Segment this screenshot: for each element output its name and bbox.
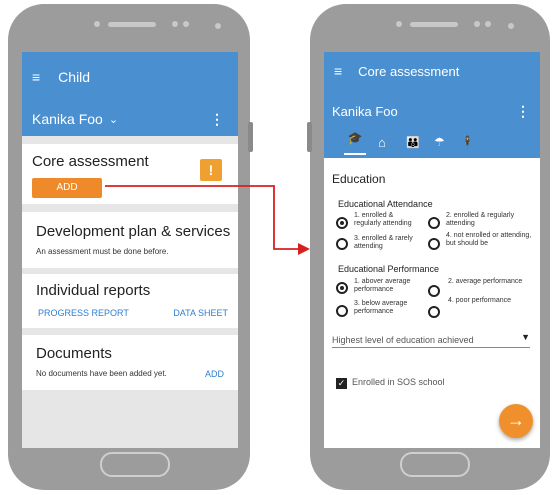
right-screen: ≡ Core assessment Kanika Foo ⋮ 🎓 ⌂ 👪 ☂ 🕴…	[324, 52, 540, 448]
caret-down-icon: ▼	[521, 332, 530, 342]
documents-card: Documents No documents have been added y…	[22, 335, 238, 390]
home-button[interactable]	[100, 452, 170, 477]
attendance-radio-2[interactable]	[428, 217, 440, 229]
earpiece	[108, 22, 156, 27]
card-note: An assessment must be done before.	[36, 247, 169, 256]
right-phone: ≡ Core assessment Kanika Foo ⋮ 🎓 ⌂ 👪 ☂ 🕴…	[307, 4, 550, 490]
sensor-dot	[172, 21, 178, 27]
attendance-option-1: 1. enrolled & regularly attending	[354, 212, 412, 227]
left-screen: ≡ Child Kanika Foo ⌄ ⋮ Core assessment A…	[22, 52, 238, 448]
attendance-title: Educational Attendance	[338, 199, 433, 209]
sos-school-label: Enrolled in SOS school	[352, 377, 445, 387]
arrow-right-icon: →	[507, 410, 525, 430]
performance-title: Educational Performance	[338, 264, 440, 274]
tab-education[interactable]: 🎓	[344, 129, 366, 155]
add-document-link[interactable]: ADD	[205, 369, 224, 379]
more-vert-icon[interactable]: ⋮	[516, 103, 530, 120]
menu-icon[interactable]: ≡	[334, 62, 342, 80]
add-assessment-button[interactable]: ADD	[32, 178, 102, 198]
sensor-dot	[396, 21, 402, 27]
next-fab-button[interactable]: →	[499, 404, 533, 438]
sensor-dot	[94, 21, 100, 27]
person-icon[interactable]: 🕴	[460, 135, 475, 149]
performance-option-4: 4. poor performance	[448, 297, 512, 304]
chevron-down-icon[interactable]: ⌄	[109, 113, 118, 126]
appbar-title: Child	[58, 69, 91, 85]
performance-radio-3[interactable]	[336, 305, 348, 317]
sos-school-checkbox[interactable]: ✓	[336, 378, 347, 389]
home-icon[interactable]: ⌂	[378, 135, 386, 150]
card-title: Documents	[36, 345, 112, 362]
attendance-radio-3[interactable]	[336, 238, 348, 250]
camera-dot	[215, 23, 221, 29]
left-phone: ≡ Child Kanika Foo ⌄ ⋮ Core assessment A…	[8, 4, 253, 490]
performance-radio-1[interactable]	[336, 282, 348, 294]
sensor-dot	[485, 21, 491, 27]
progress-report-link[interactable]: PROGRESS REPORT	[38, 308, 129, 318]
card-title: Core assessment	[32, 153, 149, 170]
home-button[interactable]	[400, 452, 470, 477]
development-card: Development plan & services An assessmen…	[22, 212, 238, 268]
performance-radio-2[interactable]	[428, 285, 440, 297]
dropdown-placeholder: Highest level of education achieved	[332, 335, 474, 345]
performance-option-3: 3. below average performance	[354, 300, 408, 315]
umbrella-icon[interactable]: ☂	[434, 135, 445, 149]
attendance-option-3: 3. enrolled & rarely attending	[354, 235, 413, 250]
attendance-radio-1[interactable]	[336, 217, 348, 229]
card-title: Individual reports	[36, 282, 151, 299]
more-vert-icon[interactable]: ⋮	[210, 111, 224, 128]
child-name[interactable]: Kanika Foo	[32, 111, 103, 127]
core-assessment-card: Core assessment ADD !	[22, 144, 238, 204]
attendance-option-4: 4. not enrolled or attending, but should…	[446, 232, 532, 247]
child-name: Kanika Foo	[332, 103, 398, 119]
app-bar: ≡ Child Kanika Foo ⌄ ⋮	[22, 52, 238, 136]
menu-icon[interactable]: ≡	[32, 68, 40, 86]
education-level-dropdown[interactable]: Highest level of education achieved ▼	[332, 330, 530, 348]
card-note: No documents have been added yet.	[36, 369, 167, 378]
clipboard-alert-icon: !	[200, 159, 222, 181]
card-title: Development plan & services	[36, 223, 231, 240]
people-icon[interactable]: 👪	[406, 136, 420, 149]
sensor-dot	[183, 21, 189, 27]
performance-option-2: 2. average performance	[448, 278, 523, 285]
performance-radio-4[interactable]	[428, 306, 440, 318]
side-button	[307, 122, 312, 152]
graduation-cap-icon: 🎓	[347, 131, 363, 145]
app-bar: ≡ Core assessment Kanika Foo ⋮ 🎓 ⌂ 👪 ☂ 🕴	[324, 52, 540, 158]
camera-dot	[508, 23, 514, 29]
performance-option-1: 1. abover average performance	[354, 278, 411, 293]
sensor-dot	[474, 21, 480, 27]
earpiece	[410, 22, 458, 27]
data-sheet-link[interactable]: DATA SHEET	[173, 308, 228, 318]
section-title: Education	[332, 172, 386, 186]
attendance-radio-4[interactable]	[428, 238, 440, 250]
side-button	[248, 122, 253, 152]
reports-card: Individual reports PROGRESS REPORT DATA …	[22, 274, 238, 328]
attendance-option-2: 2. enrolled & regularly attending	[446, 212, 515, 227]
appbar-title: Core assessment	[358, 63, 460, 79]
